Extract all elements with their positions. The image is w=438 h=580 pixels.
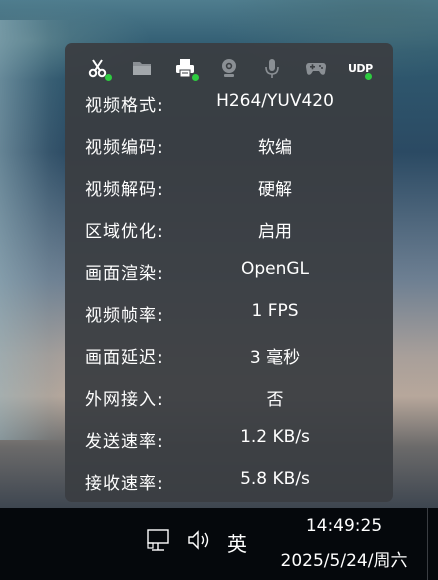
webcam-icon[interactable] <box>218 57 240 79</box>
show-desktop-divider[interactable] <box>427 508 428 580</box>
stat-value: 软编 <box>258 138 292 158</box>
gamepad-icon[interactable] <box>305 57 327 79</box>
stat-value: H264/YUV420 <box>216 91 334 111</box>
stat-value: 硬解 <box>258 180 292 200</box>
stat-value: 5.8 KB/s <box>240 469 310 489</box>
stat-row-region-optimization: 区域优化: 启用 <box>65 209 393 251</box>
stat-label: 视频解码: <box>85 180 164 200</box>
stats-overlay-panel: UDP 视频格式: H264/YUV420 视频编码: 软编 视频解码: 硬解 … <box>65 43 393 502</box>
stat-label: 区域优化: <box>85 222 164 242</box>
network-icon[interactable] <box>146 528 172 552</box>
stat-value: 启用 <box>258 222 292 242</box>
stat-label: 外网接入: <box>85 390 164 410</box>
stat-row-receive-rate: 接收速率: 5.8 KB/s <box>65 461 393 503</box>
stat-row-rendering: 画面渲染: OpenGL <box>65 251 393 293</box>
printer-icon[interactable] <box>174 57 199 81</box>
active-indicator-dot <box>192 74 199 81</box>
scissors-icon[interactable] <box>87 57 112 81</box>
stat-row-video-encoding: 视频编码: 软编 <box>65 125 393 167</box>
udp-icon[interactable]: UDP <box>348 57 373 80</box>
stats-list: 视频格式: H264/YUV420 视频编码: 软编 视频解码: 硬解 区域优化… <box>65 83 393 503</box>
active-indicator-dot <box>105 74 112 81</box>
stat-row-send-rate: 发送速率: 1.2 KB/s <box>65 419 393 461</box>
clock-time[interactable]: 14:49:25 <box>300 516 388 536</box>
wallpaper-shore <box>0 20 70 440</box>
stat-label: 接收速率: <box>85 474 164 494</box>
stat-value: 否 <box>266 390 284 410</box>
stat-label: 画面延迟: <box>85 348 164 368</box>
stat-row-video-format: 视频格式: H264/YUV420 <box>65 83 393 125</box>
overlay-toolbar: UDP <box>65 53 393 81</box>
stat-row-video-decoding: 视频解码: 硬解 <box>65 167 393 209</box>
stat-label: 视频帧率: <box>85 306 164 326</box>
stat-value: 1.2 KB/s <box>240 427 310 447</box>
clock-date[interactable]: 2025/5/24/周六 <box>266 546 422 571</box>
microphone-icon[interactable] <box>261 57 283 79</box>
stat-label: 发送速率: <box>85 432 164 452</box>
folder-icon[interactable] <box>131 57 153 79</box>
ime-indicator[interactable]: 英 <box>227 528 247 557</box>
stat-row-latency: 画面延迟: 3 毫秒 <box>65 335 393 377</box>
stat-label: 视频编码: <box>85 138 164 158</box>
stat-label: 画面渲染: <box>85 264 164 284</box>
stat-label: 视频格式: <box>85 96 164 116</box>
volume-icon[interactable] <box>186 528 214 552</box>
stat-value: 1 FPS <box>251 301 299 321</box>
active-indicator-dot <box>365 73 372 80</box>
stat-value: 3 毫秒 <box>249 348 301 368</box>
stat-row-frame-rate: 视频帧率: 1 FPS <box>65 293 393 335</box>
taskbar: 英 14:49:25 2025/5/24/周六 <box>0 508 438 580</box>
stat-value: OpenGL <box>240 259 310 279</box>
stat-row-external-access: 外网接入: 否 <box>65 377 393 419</box>
